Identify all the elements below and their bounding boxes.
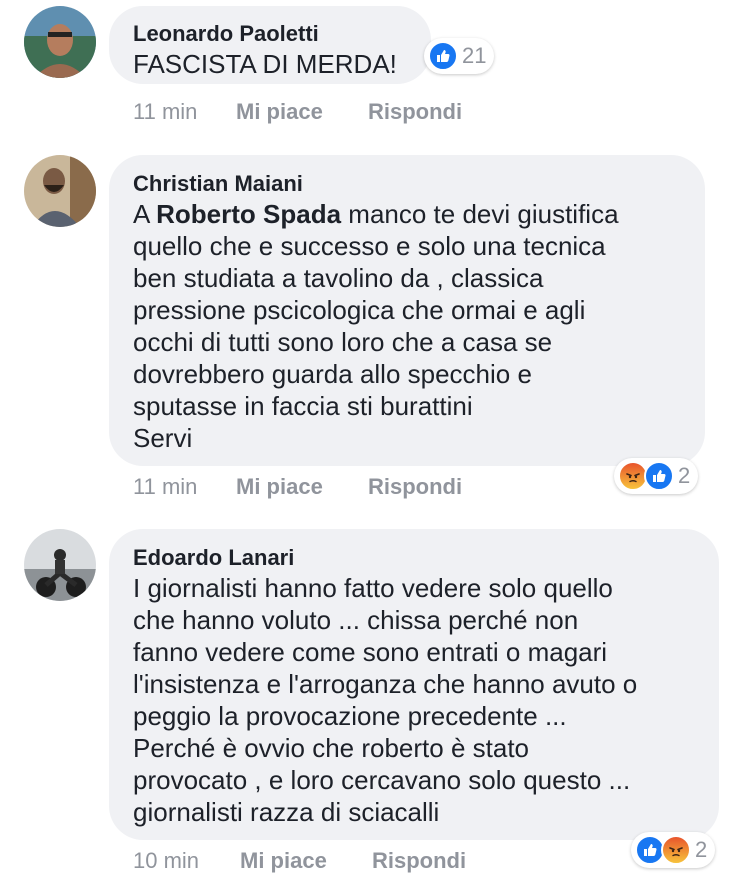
comment-text: I giornalisti hanno fatto vedere solo qu… — [133, 573, 638, 827]
timestamp: 11 min — [133, 474, 198, 499]
avatar[interactable] — [24, 155, 96, 227]
like-button[interactable]: Mi piace — [236, 473, 368, 501]
reply-button[interactable]: Rispondi — [372, 847, 466, 875]
timestamp: 11 min — [133, 99, 198, 124]
reply-button[interactable]: Rispondi — [368, 473, 462, 501]
author-name[interactable]: Christian Maiani — [133, 171, 681, 197]
avatar[interactable] — [24, 6, 96, 78]
angry-icon — [661, 835, 691, 865]
comment-text-body: manco te devi giustifica quello che e su… — [133, 199, 619, 453]
comment-text: A Roberto Spada manco te devi giustifica… — [133, 198, 681, 454]
reactions-summary[interactable]: 2 — [614, 458, 699, 494]
mention-link[interactable]: Roberto Spada — [156, 199, 341, 229]
comment-actions: 10 min Mi piace Rispondi — [133, 847, 466, 875]
like-icon — [428, 41, 458, 71]
comment-actions: 11 min Mi piace Rispondi — [133, 473, 462, 501]
comment-actions: 11 min Mi piace Rispondi — [133, 98, 462, 126]
reactions-summary[interactable]: 21 — [424, 38, 495, 74]
reaction-count: 2 — [678, 463, 691, 488]
author-name[interactable]: Edoardo Lanari — [133, 545, 695, 571]
like-button[interactable]: Mi piace — [240, 847, 372, 875]
avatar[interactable] — [24, 529, 96, 601]
like-button[interactable]: Mi piace — [236, 98, 368, 126]
reply-button[interactable]: Rispondi — [368, 98, 462, 126]
reaction-count: 21 — [462, 43, 487, 68]
comment-text-prefix: A — [133, 199, 157, 229]
reaction-count: 2 — [695, 837, 708, 862]
like-icon — [644, 461, 674, 491]
author-name[interactable]: Leonardo Paoletti — [133, 21, 407, 47]
comment-bubble: Leonardo Paoletti FASCISTA DI MERDA! — [109, 6, 431, 84]
comment-bubble: Christian Maiani A Roberto Spada manco t… — [109, 155, 705, 466]
comment-text: FASCISTA DI MERDA! — [133, 49, 397, 79]
reactions-summary[interactable]: 2 — [631, 832, 716, 868]
timestamp: 10 min — [133, 848, 200, 873]
comment-bubble: Edoardo Lanari I giornalisti hanno fatto… — [109, 529, 719, 840]
